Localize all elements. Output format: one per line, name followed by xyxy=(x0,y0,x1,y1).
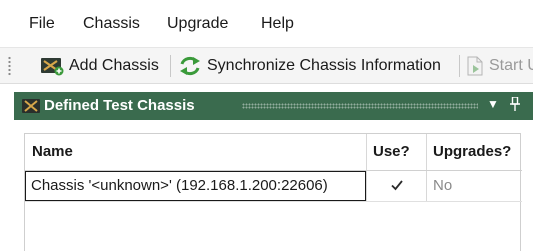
chassis-icon xyxy=(22,99,40,113)
start-label: Start U xyxy=(489,57,533,74)
synchronize-label: Synchronize Chassis Information xyxy=(207,57,441,74)
toolbar-separator xyxy=(459,55,460,77)
start-button[interactable]: Start U xyxy=(466,52,533,80)
add-chassis-label: Add Chassis xyxy=(69,57,159,74)
add-chassis-button[interactable]: Add Chassis xyxy=(40,52,159,80)
column-header-use[interactable]: Use? xyxy=(366,134,426,170)
synchronize-button[interactable]: Synchronize Chassis Information xyxy=(178,52,441,80)
panel-title: Defined Test Chassis xyxy=(44,97,195,114)
toolbar-grip-icon[interactable] xyxy=(8,56,11,76)
column-header-name[interactable]: Name xyxy=(25,134,365,170)
row-divider xyxy=(25,201,522,202)
column-header-upgrades[interactable]: Upgrades? xyxy=(426,134,522,170)
add-chassis-icon xyxy=(41,58,64,76)
pin-glyph xyxy=(510,96,520,111)
panel-header-grip xyxy=(242,103,478,109)
checkbox-checked-icon[interactable] xyxy=(389,177,405,193)
upgrades-cell: No xyxy=(433,177,453,194)
toolbar: Add Chassis Synchronize Chassis Informat… xyxy=(0,48,533,84)
pin-icon[interactable] xyxy=(510,96,520,114)
menu-bar: File Chassis Upgrade Help xyxy=(0,0,533,48)
chassis-table: Name Use? Upgrades? Chassis '<unknown>' … xyxy=(24,133,522,251)
use-cell[interactable] xyxy=(367,171,426,201)
menu-upgrade[interactable]: Upgrade xyxy=(167,15,228,33)
chassis-name-cell[interactable]: Chassis '<unknown>' (192.168.1.200:22606… xyxy=(25,171,366,201)
menu-help[interactable]: Help xyxy=(261,15,294,33)
start-icon xyxy=(467,56,483,76)
panel-dropdown-icon[interactable]: ▼ xyxy=(487,97,499,111)
sync-icon xyxy=(180,56,200,76)
toolbar-separator xyxy=(170,55,171,77)
panel-header: Defined Test Chassis ▼ xyxy=(14,92,533,120)
menu-chassis[interactable]: Chassis xyxy=(83,15,140,33)
menu-file[interactable]: File xyxy=(29,15,55,33)
